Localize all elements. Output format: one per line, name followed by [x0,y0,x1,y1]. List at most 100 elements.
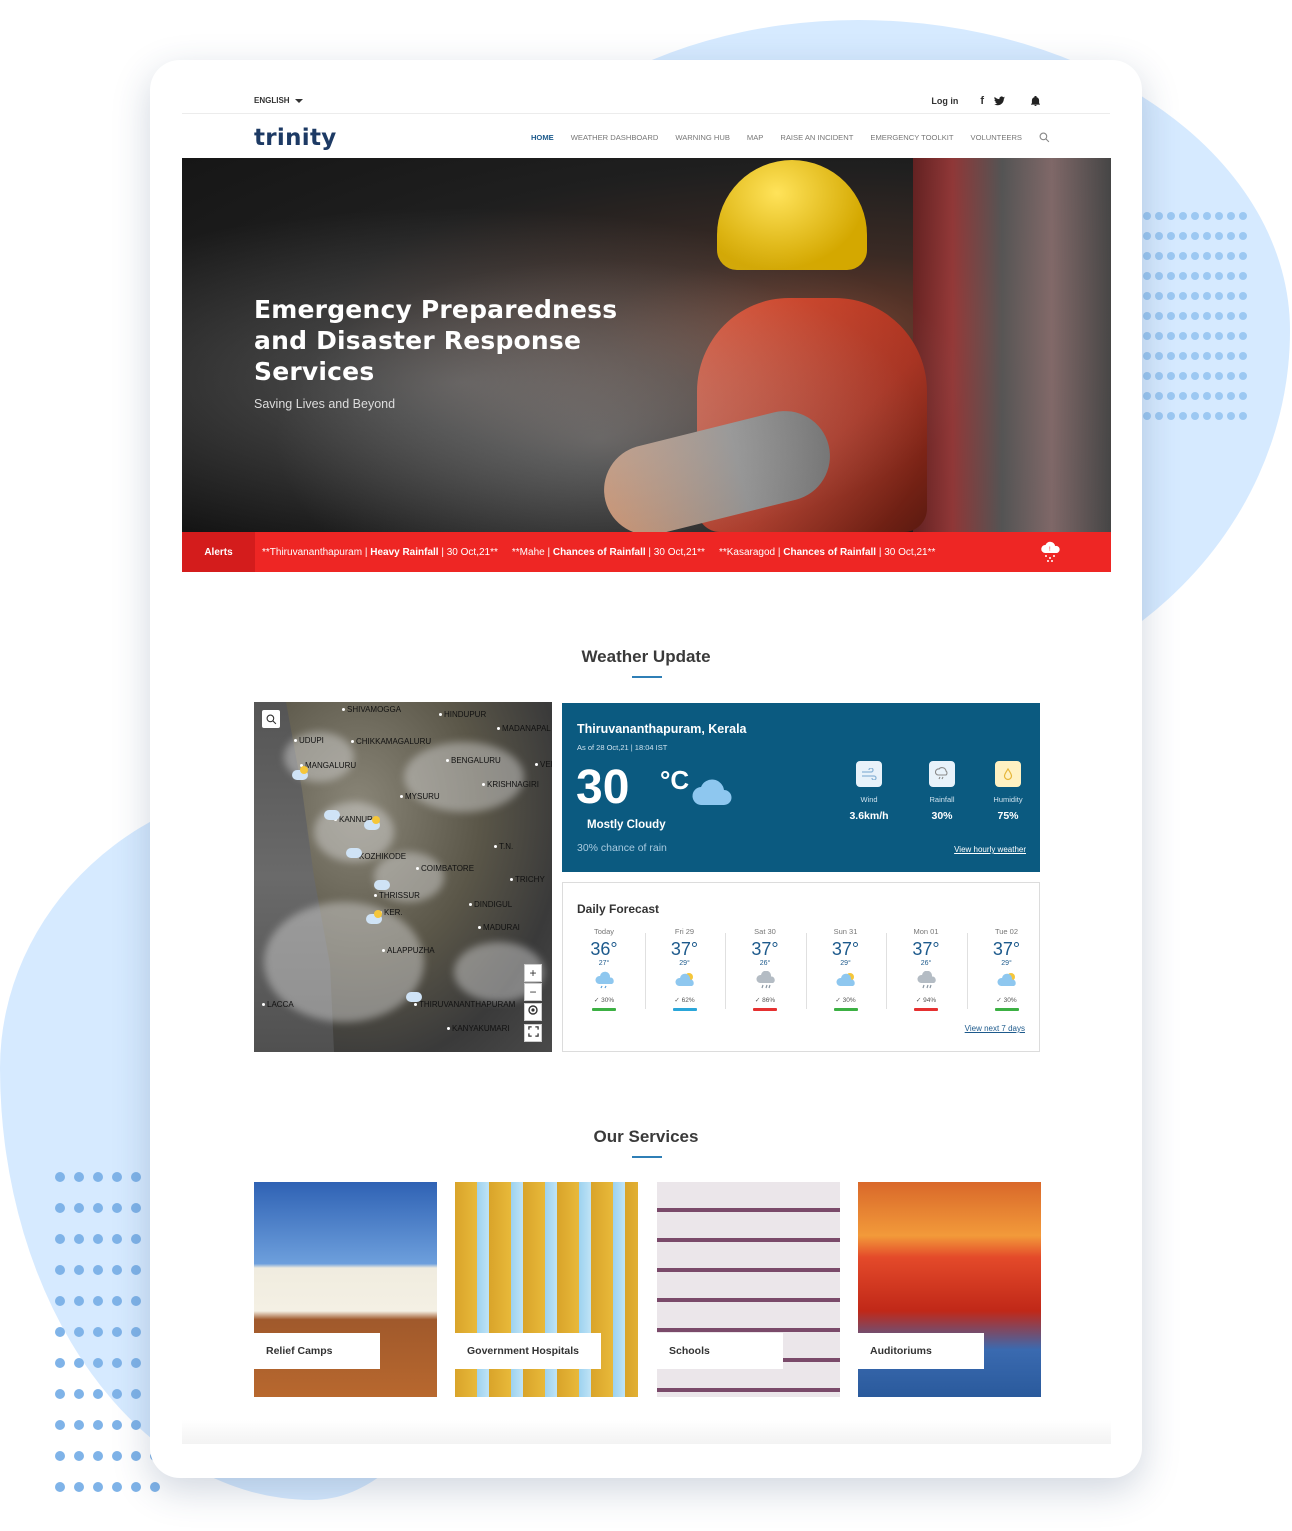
map-city-label: THRISSUR [374,891,420,900]
weather-map[interactable]: + − SHIVAMOGGA HINDUPUR MADANAPAL UDUPI CHIK… [254,702,552,1052]
alert-item[interactable]: **Mahe | Chances of Rainfall | 30 Oct,21… [512,547,705,558]
map-zoom-out-button[interactable]: − [524,983,542,1001]
twitter-icon[interactable] [994,96,1005,106]
map-zoom-in-button[interactable]: + [524,964,542,982]
service-label: Auditoriums [858,1333,984,1369]
dot [55,1296,65,1306]
dot [131,1389,141,1399]
metric-humidity: Humidity 75% [978,761,1038,822]
alert-rain-cloud-icon[interactable]: ! [1039,540,1063,564]
dot [74,1172,84,1182]
service-card-schools[interactable]: Schools [657,1182,840,1397]
alert-item[interactable]: **Kasaragod | Chances of Rainfall | 30 O… [719,547,935,558]
forecast-day[interactable]: Mon 01 37° 26° ✓ 94% [886,927,966,1011]
dot [1203,392,1211,400]
map-cloud-overlay [404,742,524,812]
metric-label: Humidity [993,795,1023,804]
dot [1167,272,1175,280]
dot [1239,212,1247,220]
brand-logo[interactable]: trinity [254,125,337,151]
weather-marker-icon[interactable] [406,992,422,1002]
dot [74,1296,84,1306]
humidity-icon [995,761,1021,787]
nav-item-volunteers[interactable]: VOLUNTEERS [971,133,1022,142]
view-next-7-days-link[interactable]: View next 7 days [965,1024,1025,1033]
rain-chance: 30% chance of rain [577,842,667,854]
dot [1143,392,1151,400]
weather-marker-icon[interactable] [346,848,362,858]
service-label: Relief Camps [254,1333,380,1369]
dot [74,1482,84,1492]
dot [1155,372,1163,380]
dot [1143,292,1151,300]
facebook-icon[interactable]: f [980,95,984,107]
alerts-text[interactable]: **Thiruvananthapuram | Heavy Rainfall | … [262,547,935,558]
forecast-low-temp: 29° [679,960,690,967]
service-card-auditoriums[interactable]: Auditoriums [858,1182,1041,1397]
dot [1227,352,1235,360]
forecast-day[interactable]: Fri 29 37° 29° ✓ 62% [645,927,725,1011]
nav-item-emergency-toolkit[interactable]: EMERGENCY TOOLKIT [870,133,953,142]
bell-icon[interactable] [1031,96,1040,106]
map-search-button[interactable] [262,710,280,728]
nav-item-raise-an-incident[interactable]: RAISE AN INCIDENT [780,133,853,142]
forecast-indicator-bar [592,1008,616,1011]
dot [1179,292,1187,300]
search-icon[interactable] [1039,132,1050,143]
dot [1239,312,1247,320]
forecast-divider [644,933,646,1009]
map-city-label: ALAPPUZHA [382,946,435,955]
dot [1191,332,1199,340]
language-selector[interactable]: ENGLISH [254,96,303,105]
forecast-day[interactable]: Sun 31 37° 29° ✓ 30% [806,927,886,1011]
metric-rainfall: Rainfall 30% [912,761,972,822]
dot [74,1203,84,1213]
alert-item[interactable]: **Thiruvananthapuram | Heavy Rainfall | … [262,547,498,558]
dot [1191,292,1199,300]
dot [1215,252,1223,260]
forecast-low-temp: 29° [840,960,851,967]
dot [1179,272,1187,280]
service-card-government-hospitals[interactable]: Government Hospitals [455,1182,638,1397]
nav-item-weather-dashboard[interactable]: WEATHER DASHBOARD [571,133,659,142]
cloud-icon [692,779,732,806]
view-hourly-weather-link[interactable]: View hourly weather [954,845,1026,854]
dot [55,1234,65,1244]
nav-item-map[interactable]: MAP [747,133,763,142]
weather-marker-icon[interactable] [324,810,340,820]
map-fullscreen-button[interactable] [524,1024,542,1042]
service-card-relief-camps[interactable]: Relief Camps [254,1182,437,1397]
map-locate-button[interactable] [524,1003,542,1021]
dot [1239,372,1247,380]
dot [1239,272,1247,280]
metric-value: 30% [931,810,953,822]
dot [1167,292,1175,300]
forecast-rain-chance: ✓ 30% [835,997,856,1004]
dot [1191,212,1199,220]
forecast-high-temp: 37° [912,939,940,959]
nav-item-warning-hub[interactable]: WARNING HUB [675,133,730,142]
dot [1179,332,1187,340]
forecast-day-name: Tue 02 [994,927,1019,936]
dot [1227,372,1235,380]
forecast-day[interactable]: Sat 30 37° 26° ✓ 86% [725,927,805,1011]
dot [93,1451,103,1461]
dot [1143,212,1151,220]
forecast-day[interactable]: Tue 02 37° 29° ✓ 30% [967,927,1047,1011]
weather-marker-icon[interactable] [374,880,390,890]
dot [1179,212,1187,220]
map-city-label: KRISHNAGIRI [482,780,539,789]
dot [1215,272,1223,280]
forecast-day[interactable]: Today 36° 27° ✓ 30% [564,927,644,1011]
dot [1191,272,1199,280]
nav-item-home[interactable]: HOME [531,133,554,142]
dot [1143,332,1151,340]
metric-label: Rainfall [929,795,955,804]
dot [1143,272,1151,280]
wind-icon [856,761,882,787]
dot [1155,232,1163,240]
dot [1155,352,1163,360]
dot [1227,272,1235,280]
login-link[interactable]: Log in [931,96,958,106]
dot [93,1234,103,1244]
